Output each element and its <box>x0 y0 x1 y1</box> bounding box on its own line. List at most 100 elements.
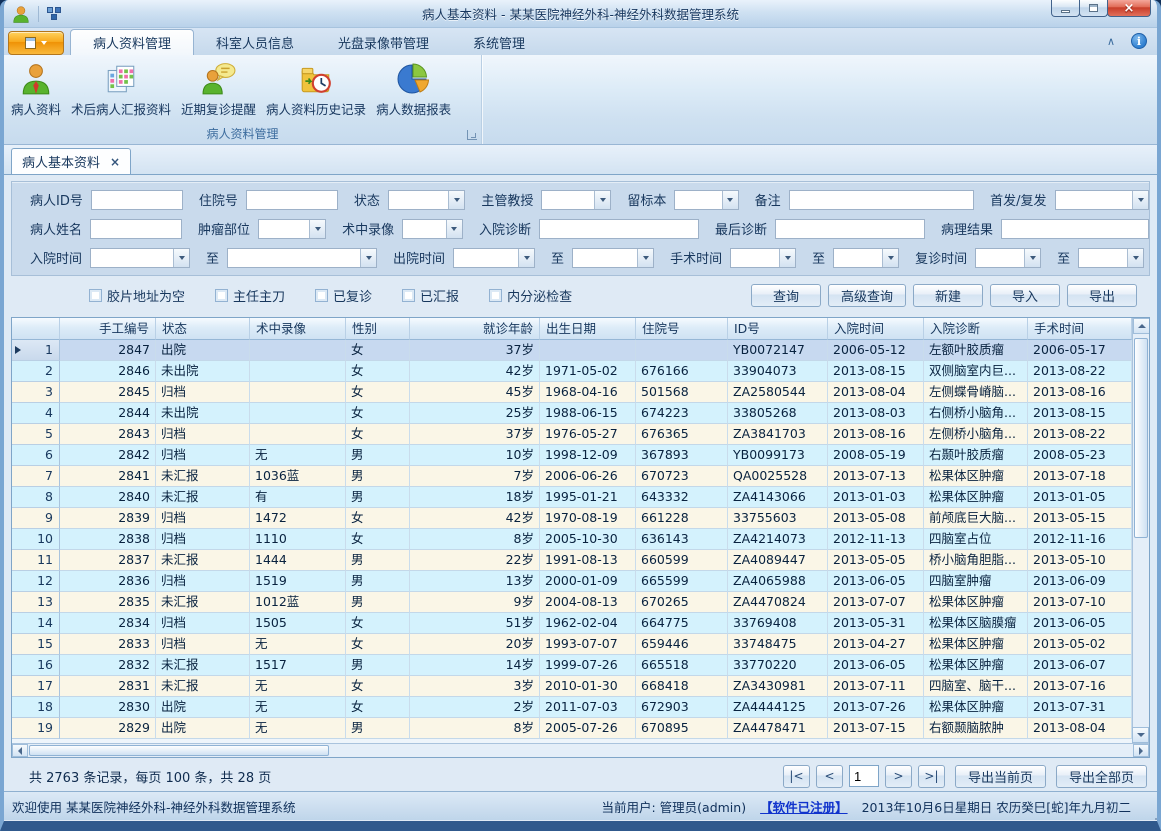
cell[interactable]: 8岁 <box>410 529 540 550</box>
ribbon-tab-staff-info[interactable]: 科室人员信息 <box>194 29 316 55</box>
cell[interactable]: 659446 <box>636 634 728 655</box>
cell[interactable]: 未汇报 <box>156 592 250 613</box>
cell[interactable]: 1998-12-09 <box>540 445 636 466</box>
chief-surgeon-checkbox-box[interactable] <box>215 289 228 302</box>
cell[interactable]: 无 <box>250 697 346 718</box>
page-number-input[interactable] <box>849 765 879 787</box>
dialog-launcher-icon[interactable] <box>467 130 477 140</box>
table-row[interactable]: 142834归档1505女51岁1962-02-0466477533769408… <box>12 613 1132 634</box>
revisit-date-to-dropdown-icon[interactable] <box>1127 249 1143 267</box>
cell[interactable]: 女 <box>346 634 410 655</box>
cell[interactable]: 双侧脑室内巨... <box>924 361 1028 382</box>
cell[interactable]: 有 <box>250 487 346 508</box>
cell[interactable]: ZA3841703 <box>728 424 828 445</box>
cell[interactable]: 1012蓝 <box>250 592 346 613</box>
tumor-site-select[interactable] <box>258 219 326 239</box>
cell[interactable]: 1962-02-04 <box>540 613 636 634</box>
cell[interactable]: 右额颞脑脓肿 <box>924 718 1028 739</box>
first-page-button[interactable]: |< <box>783 765 810 788</box>
cell[interactable]: 女 <box>346 424 410 445</box>
cell[interactable]: 1970-08-19 <box>540 508 636 529</box>
cell[interactable]: 22岁 <box>410 550 540 571</box>
new-button[interactable]: 新建 <box>913 284 983 307</box>
cell[interactable]: 8岁 <box>410 718 540 739</box>
table-row[interactable]: 22846未出院女42岁1971-05-02676166339040732013… <box>12 361 1132 382</box>
admission-date-to-select[interactable] <box>227 248 377 268</box>
endocrine-exam-checkbox-box[interactable] <box>489 289 502 302</box>
cell[interactable]: 2840 <box>60 487 156 508</box>
specimen-dropdown-icon[interactable] <box>722 191 738 209</box>
cell[interactable]: 2829 <box>60 718 156 739</box>
cell[interactable]: 14岁 <box>410 655 540 676</box>
cell[interactable]: 2013-07-18 <box>1028 466 1132 487</box>
chief-surgeon-checkbox[interactable]: 主任主刀 <box>215 286 285 305</box>
revisit-reminder-button[interactable]: 近期复诊提醒 <box>176 58 261 122</box>
export-all-pages-button[interactable]: 导出全部页 <box>1056 765 1147 788</box>
cell[interactable]: 1968-04-16 <box>540 382 636 403</box>
maximize-button[interactable] <box>1079 0 1108 17</box>
scroll-up-icon[interactable] <box>1133 318 1149 334</box>
revisit-date-from-select[interactable] <box>975 248 1041 268</box>
cell[interactable]: 2008-05-19 <box>828 445 924 466</box>
cell[interactable]: 女 <box>346 613 410 634</box>
cell[interactable]: 2000-01-09 <box>540 571 636 592</box>
cell[interactable]: 1505 <box>250 613 346 634</box>
cell[interactable]: 2830 <box>60 697 156 718</box>
column-header-8[interactable]: ID号 <box>728 318 828 340</box>
cell[interactable]: 1999-07-26 <box>540 655 636 676</box>
cell[interactable]: 2013-06-07 <box>1028 655 1132 676</box>
cell[interactable]: 1988-06-15 <box>540 403 636 424</box>
cell[interactable]: 2013-08-22 <box>1028 424 1132 445</box>
vertical-scrollbar-thumb[interactable] <box>1134 338 1148 538</box>
column-header-7[interactable]: 住院号 <box>636 318 728 340</box>
collapse-ribbon-icon[interactable]: ∧ <box>1103 35 1119 48</box>
cell[interactable]: ZA4214073 <box>728 529 828 550</box>
cell[interactable]: ZA4143066 <box>728 487 828 508</box>
admission-date-from-select[interactable] <box>90 248 190 268</box>
ribbon-tab-disc-video-management[interactable]: 光盘录像带管理 <box>316 29 451 55</box>
admission-diagnosis-field[interactable] <box>539 219 699 239</box>
ribbon-tab-system-management[interactable]: 系统管理 <box>451 29 547 55</box>
cell[interactable]: 670723 <box>636 466 728 487</box>
cell[interactable]: 四脑室肿瘤 <box>924 571 1028 592</box>
cell[interactable]: 女 <box>346 403 410 424</box>
cell[interactable]: 2013-08-04 <box>828 382 924 403</box>
cell[interactable]: 2008-05-23 <box>1028 445 1132 466</box>
cell[interactable]: 2010-01-30 <box>540 676 636 697</box>
application-menu-button[interactable] <box>8 31 64 55</box>
cell[interactable]: 2011-07-03 <box>540 697 636 718</box>
advanced-query-button[interactable]: 高级查询 <box>828 284 906 307</box>
resize-grip[interactable] <box>1151 814 1153 816</box>
query-button[interactable]: 查询 <box>751 284 821 307</box>
quick-access-icon[interactable] <box>47 7 63 21</box>
cell[interactable]: 2013-08-15 <box>828 361 924 382</box>
film-address-empty-checkbox-box[interactable] <box>89 289 102 302</box>
row-header[interactable]: 8 <box>12 487 60 508</box>
cell[interactable]: 2005-07-26 <box>540 718 636 739</box>
cell[interactable]: 2013-01-05 <box>1028 487 1132 508</box>
tumor-site-dropdown-icon[interactable] <box>309 220 325 238</box>
cell[interactable]: 2836 <box>60 571 156 592</box>
cell[interactable]: 2004-08-13 <box>540 592 636 613</box>
discharge-date-from-select[interactable] <box>453 248 535 268</box>
cell[interactable]: 33904073 <box>728 361 828 382</box>
cell[interactable]: 2岁 <box>410 697 540 718</box>
cell[interactable]: 2845 <box>60 382 156 403</box>
cell[interactable]: YB0072147 <box>728 340 828 361</box>
column-header-1[interactable]: 手工编号 <box>60 318 156 340</box>
cell[interactable]: 664775 <box>636 613 728 634</box>
vertical-scrollbar[interactable] <box>1132 318 1149 743</box>
cell[interactable]: 归档 <box>156 529 250 550</box>
cell[interactable]: 2005-10-30 <box>540 529 636 550</box>
cell[interactable]: 665599 <box>636 571 728 592</box>
revisit-date-to-select[interactable] <box>1078 248 1144 268</box>
discharge-date-from-dropdown-icon[interactable] <box>518 249 534 267</box>
cell[interactable]: 2013-05-02 <box>1028 634 1132 655</box>
cell[interactable]: 33770220 <box>728 655 828 676</box>
cell[interactable]: 1991-08-13 <box>540 550 636 571</box>
row-header[interactable]: 11 <box>12 550 60 571</box>
cell[interactable]: 2013-08-16 <box>828 424 924 445</box>
row-header[interactable]: 18 <box>12 697 60 718</box>
cell[interactable]: QA0025528 <box>728 466 828 487</box>
cell[interactable]: 33748475 <box>728 634 828 655</box>
